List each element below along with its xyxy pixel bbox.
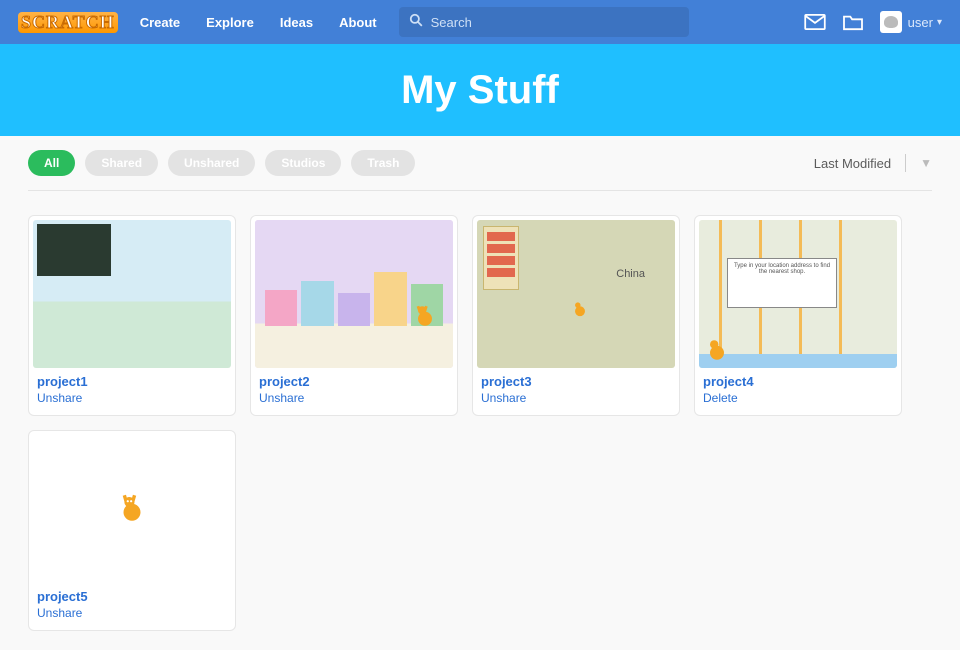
project-card[interactable]: China project3 Unshare	[472, 215, 680, 416]
scratch-cat-icon	[411, 302, 439, 332]
filter-trash[interactable]: Trash	[351, 150, 415, 176]
messages-icon[interactable]	[804, 14, 826, 30]
project-title[interactable]: project1	[37, 374, 227, 389]
project-card[interactable]: Type in your location address to find th…	[694, 215, 902, 416]
content: All Shared Unshared Studios Trash Last M…	[0, 136, 960, 631]
separator	[905, 154, 906, 172]
page-title: My Stuff	[401, 68, 559, 113]
project-thumbnail	[33, 220, 231, 368]
project-card[interactable]: project5 Unshare	[28, 430, 236, 631]
project-card[interactable]: project1 Unshare	[28, 215, 236, 416]
project-action[interactable]: Delete	[703, 391, 893, 405]
sort-label: Last Modified	[814, 156, 891, 171]
project-title[interactable]: project4	[703, 374, 893, 389]
scratch-cat-icon	[569, 298, 591, 322]
project-title[interactable]: project5	[37, 589, 227, 604]
project-action[interactable]: Unshare	[481, 391, 671, 405]
project-title[interactable]: project2	[259, 374, 449, 389]
scratch-cat-icon	[703, 336, 731, 364]
search-input[interactable]	[431, 15, 679, 30]
nav-link-create[interactable]: Create	[140, 15, 180, 30]
search-icon	[409, 13, 423, 32]
search-bar[interactable]	[399, 7, 689, 37]
popup-text: Type in your location address to find th…	[727, 258, 837, 308]
filter-studios[interactable]: Studios	[265, 150, 341, 176]
project-grid: project1 Unshare project2 Unshare China	[28, 191, 932, 631]
project-thumbnail	[255, 220, 453, 368]
filter-all[interactable]: All	[28, 150, 75, 176]
project-thumbnail: Type in your location address to find th…	[699, 220, 897, 368]
sort-menu[interactable]: Last Modified ▼	[814, 154, 932, 172]
nav-link-ideas[interactable]: Ideas	[280, 15, 313, 30]
scratch-logo[interactable]: SCRATCH	[18, 12, 118, 33]
chevron-down-icon: ▼	[920, 156, 932, 170]
project-card[interactable]: project2 Unshare	[250, 215, 458, 416]
nav-link-explore[interactable]: Explore	[206, 15, 254, 30]
project-title[interactable]: project3	[481, 374, 671, 389]
map-label: China	[616, 268, 645, 280]
filter-unshared[interactable]: Unshared	[168, 150, 255, 176]
chevron-down-icon: ▾	[937, 17, 942, 28]
top-navbar: SCRATCH Create Explore Ideas About user …	[0, 0, 960, 44]
project-action[interactable]: Unshare	[37, 391, 227, 405]
username: user	[908, 15, 933, 30]
page-banner: My Stuff	[0, 44, 960, 136]
filter-shared[interactable]: Shared	[85, 150, 158, 176]
avatar	[880, 11, 902, 33]
nav-link-about[interactable]: About	[339, 15, 377, 30]
user-menu[interactable]: user ▾	[880, 11, 942, 33]
filter-row: All Shared Unshared Studios Trash Last M…	[28, 150, 932, 190]
project-thumbnail	[33, 435, 231, 583]
mystuff-folder-icon[interactable]	[842, 13, 864, 31]
scratch-cat-icon	[115, 491, 149, 527]
project-action[interactable]: Unshare	[37, 606, 227, 620]
nav-links: Create Explore Ideas About	[140, 15, 377, 30]
project-thumbnail: China	[477, 220, 675, 368]
project-action[interactable]: Unshare	[259, 391, 449, 405]
